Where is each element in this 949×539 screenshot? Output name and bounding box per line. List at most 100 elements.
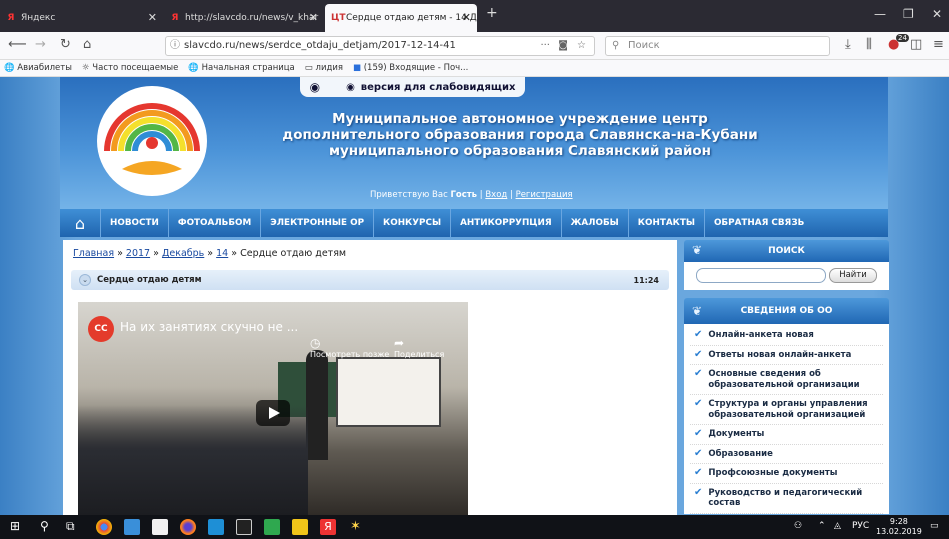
mail-icon[interactable] bbox=[236, 519, 252, 535]
close-window-icon[interactable]: ✕ bbox=[932, 7, 942, 21]
menu-icon[interactable]: ≡ bbox=[933, 37, 944, 52]
main-menu: ⌂ НОВОСТИ ФОТОАЛЬБОМ ЭЛЕКТРОННЫЕ ОР КОНК… bbox=[60, 209, 888, 237]
library-icon[interactable]: ⫼ bbox=[866, 37, 872, 52]
close-icon[interactable]: ✕ bbox=[309, 11, 318, 24]
language-indicator[interactable]: РУС bbox=[852, 521, 869, 531]
network-icon[interactable]: ◬ bbox=[834, 521, 841, 531]
forward-icon[interactable]: → bbox=[35, 37, 46, 52]
list-item[interactable]: ✔ Руководство и педагогический состав bbox=[690, 484, 883, 514]
share-button[interactable]: ➦ Поделиться bbox=[394, 336, 444, 359]
downloads-icon[interactable]: ⤓ bbox=[845, 37, 851, 52]
list-item[interactable]: ✔ Образование bbox=[690, 445, 883, 464]
sidebar-icon[interactable]: ◫ bbox=[910, 37, 922, 52]
list-item[interactable]: ✔ Ответы новая онлайн-анкета bbox=[690, 346, 883, 365]
chrome-icon[interactable] bbox=[96, 519, 112, 535]
ornament-icon: ❦ bbox=[692, 243, 703, 257]
reload-icon[interactable]: ↻ bbox=[60, 37, 71, 52]
bookmark-item[interactable]: 🌐 Начальная страница bbox=[188, 63, 294, 73]
firefox-icon[interactable] bbox=[180, 519, 196, 535]
menu-item-photo[interactable]: ФОТОАЛЬБОМ bbox=[167, 209, 260, 237]
maximize-icon[interactable]: ❐ bbox=[903, 7, 914, 21]
breadcrumb-link[interactable]: Декабрь bbox=[162, 248, 204, 259]
minimize-icon[interactable]: — bbox=[874, 7, 886, 21]
search-placeholder: Поиск bbox=[628, 40, 660, 51]
site-logo[interactable] bbox=[72, 81, 232, 201]
new-tab-button[interactable]: + bbox=[486, 5, 498, 21]
search-button[interactable]: Найти bbox=[829, 268, 877, 283]
page-viewport: ◉ ◉ версия для слабовидящих Муниципально… bbox=[0, 77, 949, 515]
list-item[interactable]: ✔ Структура и органы управления образоват… bbox=[690, 395, 883, 425]
bookmark-star-icon[interactable]: ☆ bbox=[577, 37, 586, 55]
list-item[interactable]: ✔ Профсоюзные документы bbox=[690, 464, 883, 484]
vision-impaired-link[interactable]: ◉ ◉ версия для слабовидящих bbox=[300, 77, 525, 97]
sparkle-icon[interactable]: ✶ bbox=[350, 519, 366, 535]
menu-item-electronic[interactable]: ЭЛЕКТРОННЫЕ ОР bbox=[260, 209, 373, 237]
search-icon[interactable]: ⚲ bbox=[40, 519, 49, 533]
home-icon[interactable]: ⌂ bbox=[60, 214, 100, 233]
video-title[interactable]: На их занятиях скучно не ... bbox=[120, 320, 298, 334]
info-icon[interactable]: ⓘ bbox=[170, 37, 180, 55]
bookmark-item[interactable]: ■ (159) Входящие - Поч... bbox=[353, 63, 468, 73]
store-icon[interactable] bbox=[152, 519, 168, 535]
search-input[interactable] bbox=[696, 268, 826, 283]
post-title: Сердце отдаю детям bbox=[97, 275, 202, 285]
bookmark-item[interactable]: 🌐 Авиабилеты bbox=[4, 63, 72, 73]
list-item[interactable]: ✔ Онлайн-анкета новая bbox=[690, 326, 883, 346]
chevron-up-icon[interactable]: ⌃ bbox=[818, 521, 826, 531]
check-icon: ✔ bbox=[694, 348, 703, 360]
tab-active[interactable]: ЦТ Сердце отдаю детям - 14 Дека ✕ bbox=[325, 4, 477, 32]
video-player[interactable]: СС На их занятиях скучно не ... ◷ Посмот… bbox=[78, 302, 468, 515]
breadcrumb-link[interactable]: 2017 bbox=[126, 248, 150, 259]
breadcrumb-current: Сердце отдаю детям bbox=[240, 248, 347, 259]
check-icon: ✔ bbox=[694, 368, 703, 379]
app-icon[interactable] bbox=[208, 519, 224, 535]
collapse-icon[interactable]: ⌄ bbox=[79, 274, 91, 286]
menu-item-contacts[interactable]: КОНТАКТЫ bbox=[627, 209, 704, 237]
list-item[interactable]: ✔ Основные сведения об образовательной ор… bbox=[690, 365, 883, 395]
task-view-icon[interactable]: ⧉ bbox=[66, 519, 75, 534]
channel-logo[interactable]: СС bbox=[88, 316, 114, 342]
watch-later-button[interactable]: ◷ Посмотреть позже bbox=[310, 336, 389, 359]
search-bar[interactable]: ⚲ Поиск bbox=[605, 36, 830, 56]
post-header: ⌄ Сердце отдаю детям 11:24 bbox=[71, 270, 669, 290]
bookmark-item[interactable]: ☼ Часто посещаемые bbox=[82, 63, 178, 73]
register-link[interactable]: Регистрация bbox=[516, 190, 573, 200]
pocket-icon[interactable]: ◙ bbox=[558, 37, 568, 55]
video-scene bbox=[306, 350, 328, 460]
app-icon[interactable] bbox=[264, 519, 280, 535]
notifications-icon[interactable]: ▭ bbox=[930, 521, 939, 531]
breadcrumb-link[interactable]: 14 bbox=[216, 248, 228, 259]
ornament-icon: ❦ bbox=[692, 304, 703, 318]
sidebar-info-header: ❦ СВЕДЕНИЯ ОБ ОО bbox=[684, 298, 889, 324]
video-scene bbox=[336, 357, 441, 427]
clock-icon: ◷ bbox=[310, 336, 321, 350]
yandex-browser-icon[interactable]: Я bbox=[320, 519, 336, 535]
windows-start-icon[interactable]: ⊞ bbox=[10, 519, 20, 533]
menu-item-anticorruption[interactable]: АНТИКОРРУПЦИЯ bbox=[450, 209, 561, 237]
play-button[interactable] bbox=[256, 400, 290, 426]
app-icon[interactable] bbox=[292, 519, 308, 535]
breadcrumb-link[interactable]: Главная bbox=[73, 248, 114, 259]
menu-item-complaints[interactable]: ЖАЛОБЫ bbox=[560, 209, 628, 237]
bookmark-item[interactable]: ▭ лидия bbox=[305, 63, 343, 73]
tab-label: http://slavcdo.ru/news/v_khar bbox=[185, 13, 319, 23]
url-bar[interactable]: ⓘ slavcdo.ru/news/serdce_otdaju_detjam/2… bbox=[165, 36, 595, 56]
paint-icon[interactable] bbox=[124, 519, 140, 535]
back-icon[interactable]: ⟵ bbox=[8, 37, 27, 52]
site-icon: ЦТ bbox=[331, 13, 346, 23]
yandex-icon: Я bbox=[171, 13, 179, 23]
people-icon[interactable]: ⚇ bbox=[794, 521, 802, 531]
home-icon[interactable]: ⌂ bbox=[83, 37, 91, 52]
site-header: ◉ ◉ версия для слабовидящих Муниципально… bbox=[60, 77, 888, 209]
tab-yandex[interactable]: Я Яндекс ✕ bbox=[0, 4, 163, 32]
close-icon[interactable]: ✕ bbox=[462, 11, 471, 24]
list-item[interactable]: ✔ Документы bbox=[690, 425, 883, 445]
menu-item-contests[interactable]: КОНКУРСЫ bbox=[373, 209, 450, 237]
login-link[interactable]: Вход bbox=[485, 190, 507, 200]
clock[interactable]: 9:28 13.02.2019 bbox=[876, 517, 922, 537]
close-icon[interactable]: ✕ bbox=[148, 11, 157, 24]
page-actions-icon[interactable]: ··· bbox=[540, 37, 550, 55]
menu-item-feedback[interactable]: ОБРАТНАЯ СВЯЗЬ bbox=[703, 209, 813, 237]
menu-item-news[interactable]: НОВОСТИ bbox=[100, 209, 168, 237]
tab-slavcdo-news[interactable]: Я http://slavcdo.ru/news/v_khar ✕ bbox=[164, 4, 324, 32]
